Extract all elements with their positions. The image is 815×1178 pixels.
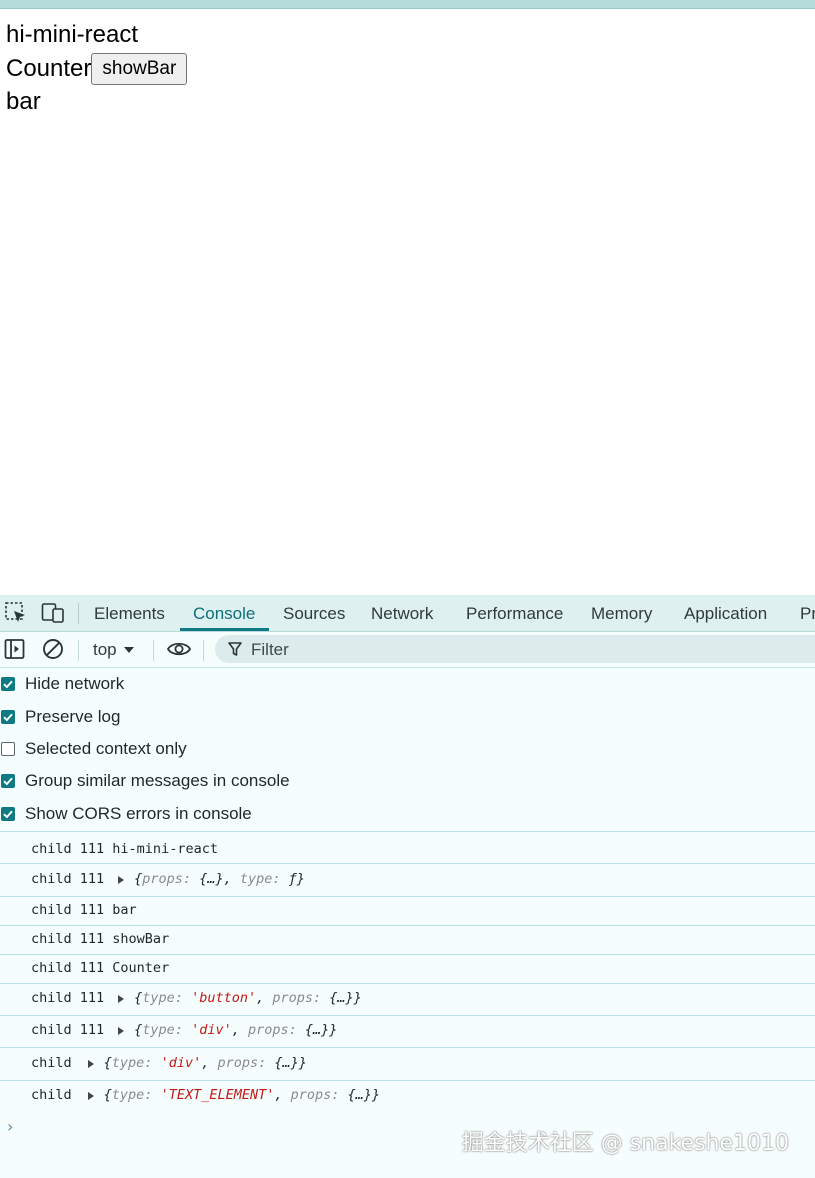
tab-application[interactable]: Application bbox=[684, 595, 767, 631]
row-divider bbox=[0, 1080, 815, 1081]
live-expression-eye-icon[interactable] bbox=[166, 637, 192, 661]
row-divider bbox=[0, 983, 815, 984]
toolbar-separator bbox=[203, 640, 204, 661]
message-prefix: child 111 bbox=[31, 902, 105, 918]
message-text: Counter bbox=[112, 960, 170, 976]
message-prefix: child 111 bbox=[31, 841, 105, 857]
setting-label: Selected context only bbox=[25, 739, 187, 758]
console-prompt-icon[interactable]: › bbox=[7, 1117, 13, 1136]
device-toolbar-icon[interactable] bbox=[41, 601, 65, 625]
filter-input[interactable]: Filter bbox=[215, 635, 815, 663]
toolbar-separator bbox=[153, 640, 154, 661]
expand-triangle-icon[interactable] bbox=[118, 995, 125, 1003]
object-preview[interactable]: {type: 'TEXT_ELEMENT', props: {…}} bbox=[104, 1087, 380, 1103]
console-toolbar: top Filter bbox=[0, 632, 815, 668]
show-bar-button[interactable]: showBar bbox=[91, 53, 188, 85]
bar-text: bar bbox=[6, 88, 41, 115]
setting-hide-network[interactable]: Hide network bbox=[0, 670, 124, 698]
message-prefix: child 111 bbox=[31, 960, 105, 976]
checkbox-checked-icon[interactable] bbox=[1, 710, 15, 724]
inspect-element-icon[interactable] bbox=[4, 601, 28, 625]
context-selector[interactable]: top bbox=[93, 632, 135, 667]
tab-network[interactable]: Network bbox=[371, 595, 433, 631]
tab-elements[interactable]: Elements bbox=[94, 595, 165, 631]
watermark-text: 掘金技术社区 @ snakeshe1010 bbox=[461, 1131, 789, 1156]
expand-triangle-icon[interactable] bbox=[118, 876, 125, 884]
counter-label: Counter bbox=[6, 55, 92, 82]
sidebar-toggle-icon[interactable] bbox=[3, 637, 27, 661]
active-tab-indicator bbox=[180, 628, 269, 631]
row-divider bbox=[0, 925, 815, 926]
setting-label: Show CORS errors in console bbox=[25, 804, 252, 823]
checkbox-checked-icon[interactable] bbox=[1, 807, 15, 821]
setting-label: Hide network bbox=[25, 674, 125, 693]
object-preview[interactable]: {type: 'div', props: {…}} bbox=[104, 1055, 307, 1071]
checkbox-checked-icon[interactable] bbox=[1, 677, 15, 691]
tab-sources[interactable]: Sources bbox=[283, 595, 345, 631]
message-prefix: child bbox=[31, 1055, 72, 1071]
tab-console[interactable]: Console bbox=[193, 595, 255, 631]
checkbox-unchecked-icon[interactable] bbox=[1, 742, 15, 756]
setting-preserve-log[interactable]: Preserve log bbox=[0, 703, 120, 731]
expand-triangle-icon[interactable] bbox=[87, 1060, 94, 1068]
filter-placeholder: Filter bbox=[251, 640, 289, 659]
message-text: showBar bbox=[112, 931, 170, 947]
message-prefix: child 111 bbox=[31, 931, 105, 947]
console-divider bbox=[0, 831, 815, 832]
expand-triangle-icon[interactable] bbox=[87, 1092, 94, 1100]
row-divider bbox=[0, 954, 815, 955]
checkbox-checked-icon[interactable] bbox=[1, 774, 15, 788]
tab-overflow[interactable]: Pr bbox=[800, 595, 815, 631]
filter-funnel-icon bbox=[228, 641, 242, 661]
row-divider bbox=[0, 1015, 815, 1016]
message-prefix: child bbox=[31, 1087, 72, 1103]
page-content: hi-mini-react Counter showBar bar bbox=[0, 9, 815, 595]
row-divider bbox=[0, 863, 815, 864]
tab-performance[interactable]: Performance bbox=[466, 595, 563, 631]
object-preview[interactable]: {type: 'button', props: {…}} bbox=[134, 990, 362, 1006]
message-text: bar bbox=[112, 902, 137, 918]
message-prefix: child 111 bbox=[31, 1022, 105, 1038]
setting-label: Preserve log bbox=[25, 707, 121, 726]
expand-triangle-icon[interactable] bbox=[118, 1027, 125, 1035]
clear-console-icon[interactable] bbox=[41, 637, 65, 661]
setting-show-cors-errors[interactable]: Show CORS errors in console bbox=[0, 800, 252, 828]
app-title: hi-mini-react bbox=[6, 21, 139, 48]
row-divider bbox=[0, 896, 815, 897]
devtools-panel: Elements Console Sources Network Perform… bbox=[0, 595, 815, 1178]
dropdown-arrow-icon bbox=[123, 632, 135, 668]
browser-top-strip bbox=[0, 0, 815, 9]
counter-row: Counter showBar bbox=[6, 53, 188, 85]
tab-memory[interactable]: Memory bbox=[591, 595, 652, 631]
setting-selected-context-only[interactable]: Selected context only bbox=[0, 735, 187, 763]
message-prefix: child 111 bbox=[31, 871, 105, 887]
object-preview[interactable]: {props: {…}, type: ƒ} bbox=[134, 871, 305, 887]
context-label: top bbox=[93, 639, 117, 659]
setting-group-similar[interactable]: Group similar messages in console bbox=[0, 767, 290, 795]
devtools-tab-bar: Elements Console Sources Network Perform… bbox=[0, 595, 815, 632]
message-text: hi-mini-react bbox=[112, 841, 218, 857]
row-divider bbox=[0, 1047, 815, 1048]
setting-label: Group similar messages in console bbox=[25, 771, 290, 790]
tab-separator bbox=[78, 603, 79, 624]
toolbar-separator bbox=[78, 640, 79, 661]
message-prefix: child 111 bbox=[31, 990, 105, 1006]
object-preview[interactable]: {type: 'div', props: {…}} bbox=[134, 1022, 337, 1038]
